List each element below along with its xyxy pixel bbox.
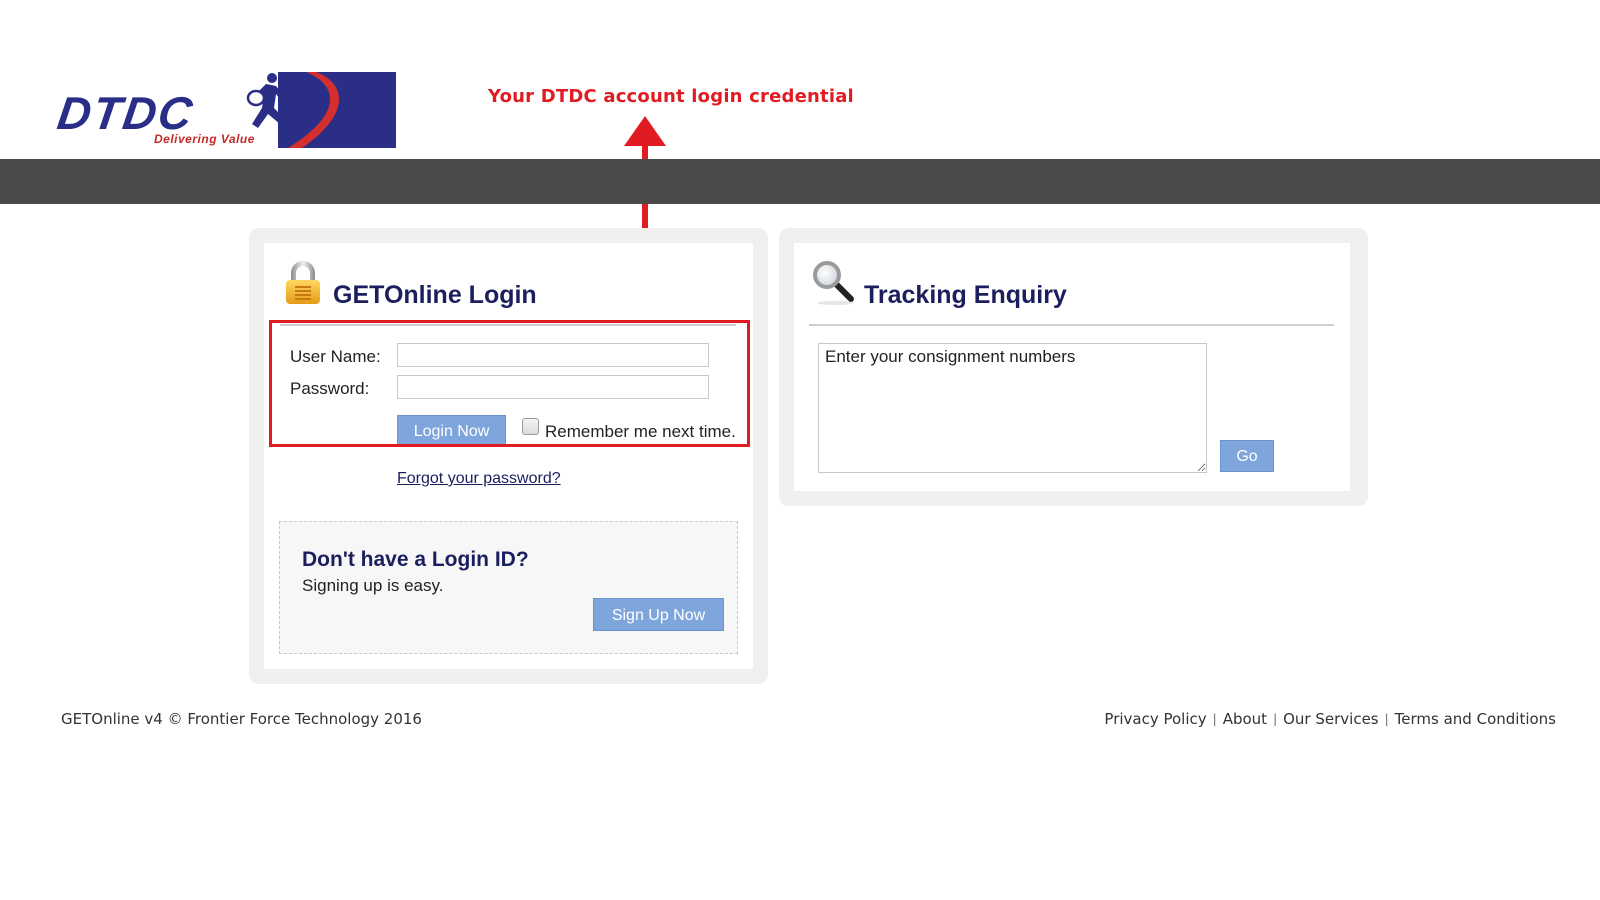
magnifier-icon xyxy=(813,261,854,305)
footer-separator: | xyxy=(1212,712,1217,726)
privacy-policy-link[interactable]: Privacy Policy xyxy=(1104,710,1206,728)
login-title: GETOnline Login xyxy=(333,281,537,309)
footer-separator: | xyxy=(1384,712,1389,726)
annotation-text: Your DTDC account login credential xyxy=(488,86,854,107)
tracking-panel-body: Tracking Enquiry Enter your consignment … xyxy=(794,243,1350,491)
footer-copyright: GETOnline v4 © Frontier Force Technology… xyxy=(61,710,422,728)
go-button[interactable]: Go xyxy=(1220,440,1274,472)
tracking-title-divider xyxy=(809,324,1334,326)
signup-subtitle: Signing up is easy. xyxy=(302,576,444,595)
tracking-panel: Tracking Enquiry Enter your consignment … xyxy=(779,228,1368,506)
signup-title: Don't have a Login ID? xyxy=(302,548,529,571)
forgot-password-link[interactable]: Forgot your password? xyxy=(397,470,561,488)
footer-links: Privacy Policy | About | Our Services | … xyxy=(1104,710,1556,728)
login-panel: GETOnline Login User Name: Password: Log… xyxy=(249,228,768,684)
top-nav-bar xyxy=(0,159,1600,204)
tracking-title: Tracking Enquiry xyxy=(864,281,1067,309)
padlock-icon xyxy=(286,261,320,304)
footer-separator: | xyxy=(1273,712,1278,726)
our-services-link[interactable]: Our Services xyxy=(1283,710,1379,728)
sign-up-now-button[interactable]: Sign Up Now xyxy=(593,598,724,631)
logo-tagline: Delivering Value xyxy=(154,132,255,146)
logo-swoosh-icon xyxy=(288,72,340,148)
credential-highlight-box xyxy=(269,320,750,447)
about-link[interactable]: About xyxy=(1223,710,1267,728)
signup-section: Don't have a Login ID? Signing up is eas… xyxy=(279,521,738,654)
consignment-numbers-textarea[interactable]: Enter your consignment numbers xyxy=(818,343,1207,473)
dtdc-logo: DTDC Delivering Value xyxy=(54,72,396,148)
login-panel-body: GETOnline Login User Name: Password: Log… xyxy=(264,243,753,669)
runner-icon xyxy=(246,73,291,128)
terms-and-conditions-link[interactable]: Terms and Conditions xyxy=(1395,710,1556,728)
